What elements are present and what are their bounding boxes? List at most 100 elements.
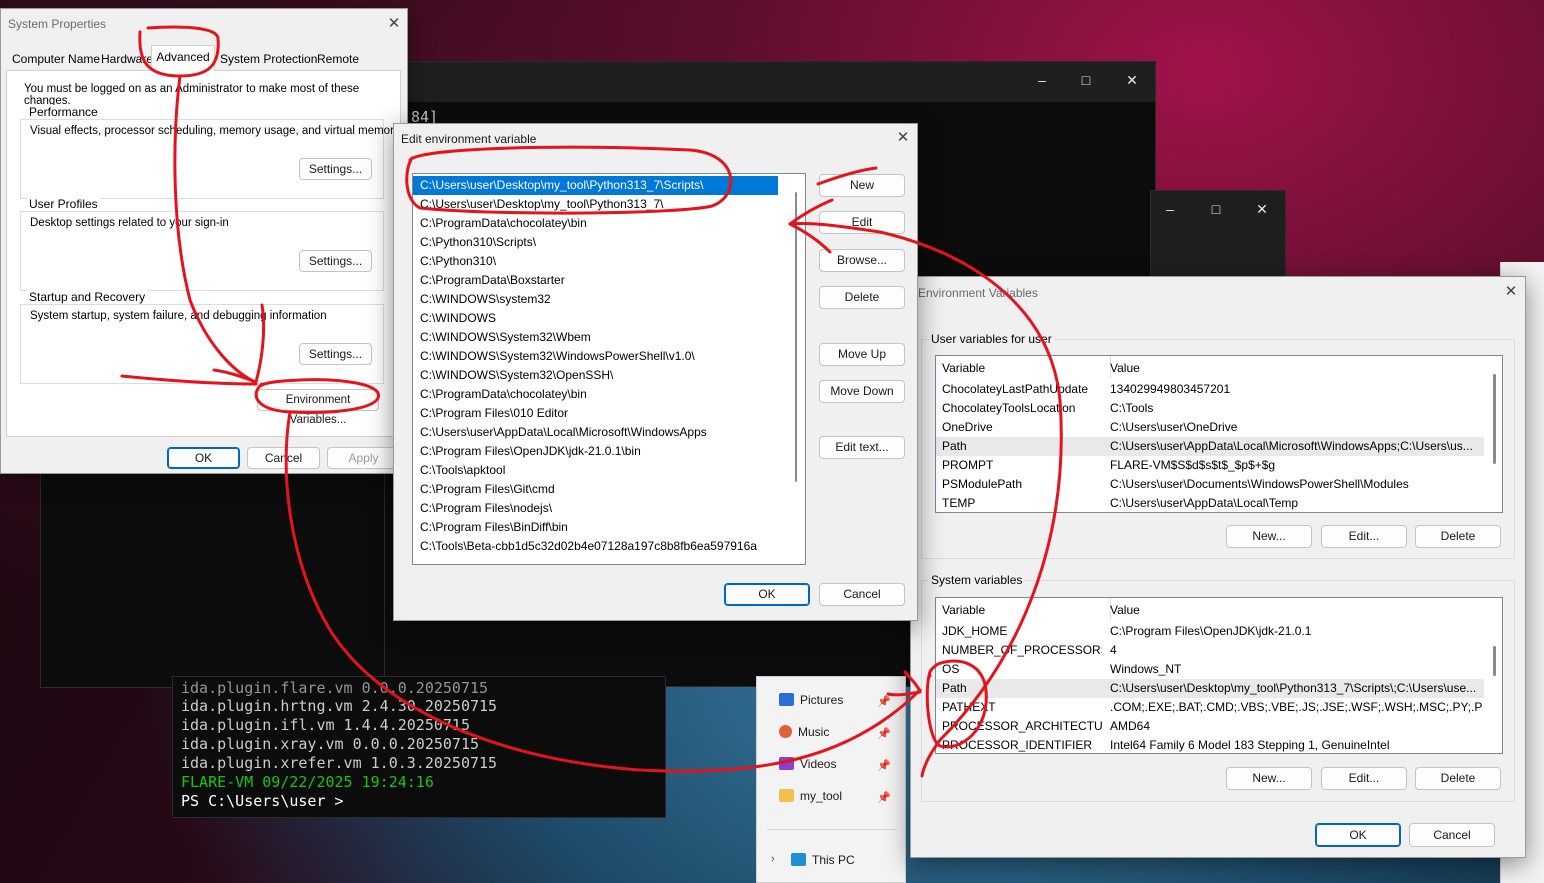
tab-remote[interactable]: Remote	[317, 52, 359, 66]
edit-button[interactable]: Edit	[819, 211, 905, 234]
user-profiles-settings-button[interactable]: Settings...	[299, 250, 372, 272]
nav-item-videos[interactable]: Videos	[779, 753, 836, 775]
tab-system-protection[interactable]: System Protection	[220, 52, 317, 66]
chevron-right-icon[interactable]: ›	[771, 853, 775, 865]
system-new-button[interactable]: New...	[1226, 767, 1312, 790]
path-entry[interactable]: C:\ProgramData\chocolatey\bin	[413, 214, 805, 233]
path-entry[interactable]: C:\ProgramData\Boxstarter	[413, 271, 805, 290]
system-edit-button[interactable]: Edit...	[1321, 767, 1407, 790]
path-entry[interactable]: C:\Tools\apktool	[413, 461, 805, 480]
user-variables-table[interactable]: Variable Value ChocolateyLastPathUpdate 1…	[935, 355, 1503, 513]
user-new-button[interactable]: New...	[1226, 525, 1312, 548]
cancel-button[interactable]: Cancel	[1409, 823, 1495, 847]
maximize-button[interactable]: □	[1201, 201, 1231, 217]
path-entry[interactable]: C:\Program Files\OpenJDK\jdk-21.0.1\bin	[413, 442, 805, 461]
table-row[interactable]: OneDrive C:\Users\user\OneDrive	[936, 418, 1484, 437]
tab-hardware[interactable]: Hardware	[101, 52, 153, 66]
column-header-value[interactable]: Value	[1104, 356, 1140, 378]
path-entry[interactable]: C:\ProgramData\chocolatey\bin	[413, 385, 805, 404]
path-entry[interactable]: C:\Program Files\nodejs\	[413, 499, 805, 518]
tab-computer-name[interactable]: Computer Name	[12, 52, 100, 66]
variable-name: TEMP	[942, 496, 976, 510]
file-explorer-window[interactable]: Pictures 📌 Music 📌 Videos 📌 my_tool 📌 › …	[756, 676, 906, 883]
system-variables-table[interactable]: Variable Value JDK_HOME C:\Program Files\…	[935, 597, 1503, 754]
environment-variables-button[interactable]: Environment Variables...	[257, 389, 379, 426]
path-entry[interactable]: C:\Program Files\BinDiff\bin	[413, 518, 805, 537]
close-icon[interactable]: ✕	[1500, 281, 1522, 303]
ok-button[interactable]: OK	[1315, 823, 1401, 847]
table-row[interactable]: NUMBER_OF_PROCESSORS 4	[936, 641, 1484, 660]
variable-name: Path	[942, 439, 967, 453]
apply-button[interactable]: Apply	[327, 447, 400, 469]
performance-desc: Visual effects, processor scheduling, me…	[30, 125, 400, 137]
terminal-window-mid[interactable]: – □ ✕	[1150, 190, 1286, 280]
move-down-button[interactable]: Move Down	[819, 380, 905, 403]
path-entry[interactable]: C:\Users\user\Desktop\my_tool\Python313_…	[413, 176, 778, 195]
close-button[interactable]: ✕	[1247, 201, 1277, 218]
path-entry[interactable]: C:\Program Files\Git\cmd	[413, 480, 805, 499]
column-header-value[interactable]: Value	[1104, 598, 1140, 620]
startup-settings-button[interactable]: Settings...	[299, 343, 372, 365]
system-delete-button[interactable]: Delete	[1415, 767, 1501, 790]
environment-variables-dialog[interactable]: Environment Variables ✕ User variables f…	[910, 276, 1526, 858]
minimize-button[interactable]: –	[1027, 72, 1057, 88]
close-icon[interactable]: ✕	[892, 127, 914, 149]
scrollbar[interactable]	[1493, 374, 1496, 464]
terminal-prompt[interactable]: PS C:\Users\user >	[181, 792, 344, 810]
user-edit-button[interactable]: Edit...	[1321, 525, 1407, 548]
tab-advanced[interactable]: Advanced	[151, 45, 215, 72]
path-entry[interactable]: C:\Users\user\AppData\Local\Microsoft\Wi…	[413, 423, 805, 442]
user-delete-button[interactable]: Delete	[1415, 525, 1501, 548]
edit-text-button[interactable]: Edit text...	[819, 436, 905, 459]
table-row[interactable]: PROMPT FLARE-VM$S$d$s$t$_$p$+$g	[936, 456, 1484, 475]
table-row[interactable]: TEMP C:\Users\user\AppData\Local\Temp	[936, 494, 1484, 512]
move-up-button[interactable]: Move Up	[819, 343, 905, 366]
path-entry[interactable]: C:\WINDOWS	[413, 309, 805, 328]
path-entries-list[interactable]: C:\Users\user\Desktop\my_tool\Python313_…	[412, 173, 806, 565]
variable-name: PROMPT	[942, 458, 994, 472]
table-row[interactable]: Path C:\Users\user\AppData\Local\Microsof…	[936, 437, 1484, 456]
path-entry[interactable]: C:\Python310\	[413, 252, 805, 271]
system-properties-dialog[interactable]: System Properties ✕ Computer Name Hardwa…	[0, 8, 408, 474]
close-button[interactable]: ✕	[1117, 72, 1147, 89]
table-row[interactable]: ChocolateyLastPathUpdate 1340299498034572…	[936, 380, 1484, 399]
path-entry[interactable]: C:\Users\user\Desktop\my_tool\Python313_…	[413, 195, 805, 214]
table-row[interactable]: Path C:\Users\user\Desktop\my_tool\Python…	[936, 679, 1484, 698]
ok-button[interactable]: OK	[724, 583, 810, 606]
table-row[interactable]: JDK_HOME C:\Program Files\OpenJDK\jdk-21.…	[936, 622, 1484, 641]
path-entry[interactable]: C:\Python310\Scripts\	[413, 233, 805, 252]
scrollbar[interactable]	[795, 192, 797, 482]
path-entry[interactable]: C:\Tools\Beta-cbb1d5c32d02b4e07128a197c8…	[413, 537, 805, 556]
performance-settings-button[interactable]: Settings...	[299, 158, 372, 180]
minimize-button[interactable]: –	[1155, 201, 1185, 217]
nav-item-music[interactable]: Music	[779, 721, 829, 743]
cancel-button[interactable]: Cancel	[819, 583, 905, 606]
table-row[interactable]: PSModulePath C:\Users\user\Documents\Wind…	[936, 475, 1484, 494]
table-row[interactable]: ChocolateyToolsLocation C:\Tools	[936, 399, 1484, 418]
table-row[interactable]: PROCESSOR_ARCHITECTURE AMD64	[936, 717, 1484, 736]
column-header-variable[interactable]: Variable	[936, 598, 1111, 620]
nav-item-my-tool[interactable]: my_tool	[779, 785, 842, 807]
browse-button[interactable]: Browse...	[819, 249, 905, 272]
nav-item-this-pc[interactable]: This PC	[791, 849, 855, 871]
delete-button[interactable]: Delete	[819, 286, 905, 309]
edit-environment-variable-dialog[interactable]: Edit environment variable ✕ C:\Users\use…	[393, 123, 918, 621]
pin-icon: 📌	[877, 760, 891, 772]
scrollbar[interactable]	[1493, 646, 1496, 676]
table-row[interactable]: PATHEXT .COM;.EXE;.BAT;.CMD;.VBS;.VBE;.JS…	[936, 698, 1484, 717]
path-entry[interactable]: C:\WINDOWS\System32\OpenSSH\	[413, 366, 805, 385]
path-entry[interactable]: C:\Program Files\010 Editor	[413, 404, 805, 423]
cancel-button[interactable]: Cancel	[247, 447, 320, 469]
path-entry[interactable]: C:\WINDOWS\System32\WindowsPowerShell\v1…	[413, 347, 805, 366]
maximize-button[interactable]: □	[1071, 72, 1101, 88]
new-button[interactable]: New	[819, 174, 905, 197]
nav-item-pictures[interactable]: Pictures	[779, 689, 843, 711]
table-row[interactable]: PROCESSOR_IDENTIFIER Intel64 Family 6 Mod…	[936, 736, 1484, 753]
column-header-variable[interactable]: Variable	[936, 356, 1111, 378]
table-row[interactable]: OS Windows_NT	[936, 660, 1484, 679]
path-entry[interactable]: C:\WINDOWS\system32	[413, 290, 805, 309]
ok-button[interactable]: OK	[167, 447, 240, 469]
path-entry[interactable]: C:\WINDOWS\System32\Wbem	[413, 328, 805, 347]
terminal-window-bottom[interactable]: ida.plugin.flare.vm 0.0.0.20250715 ida.p…	[172, 676, 666, 818]
close-icon[interactable]: ✕	[383, 13, 405, 35]
